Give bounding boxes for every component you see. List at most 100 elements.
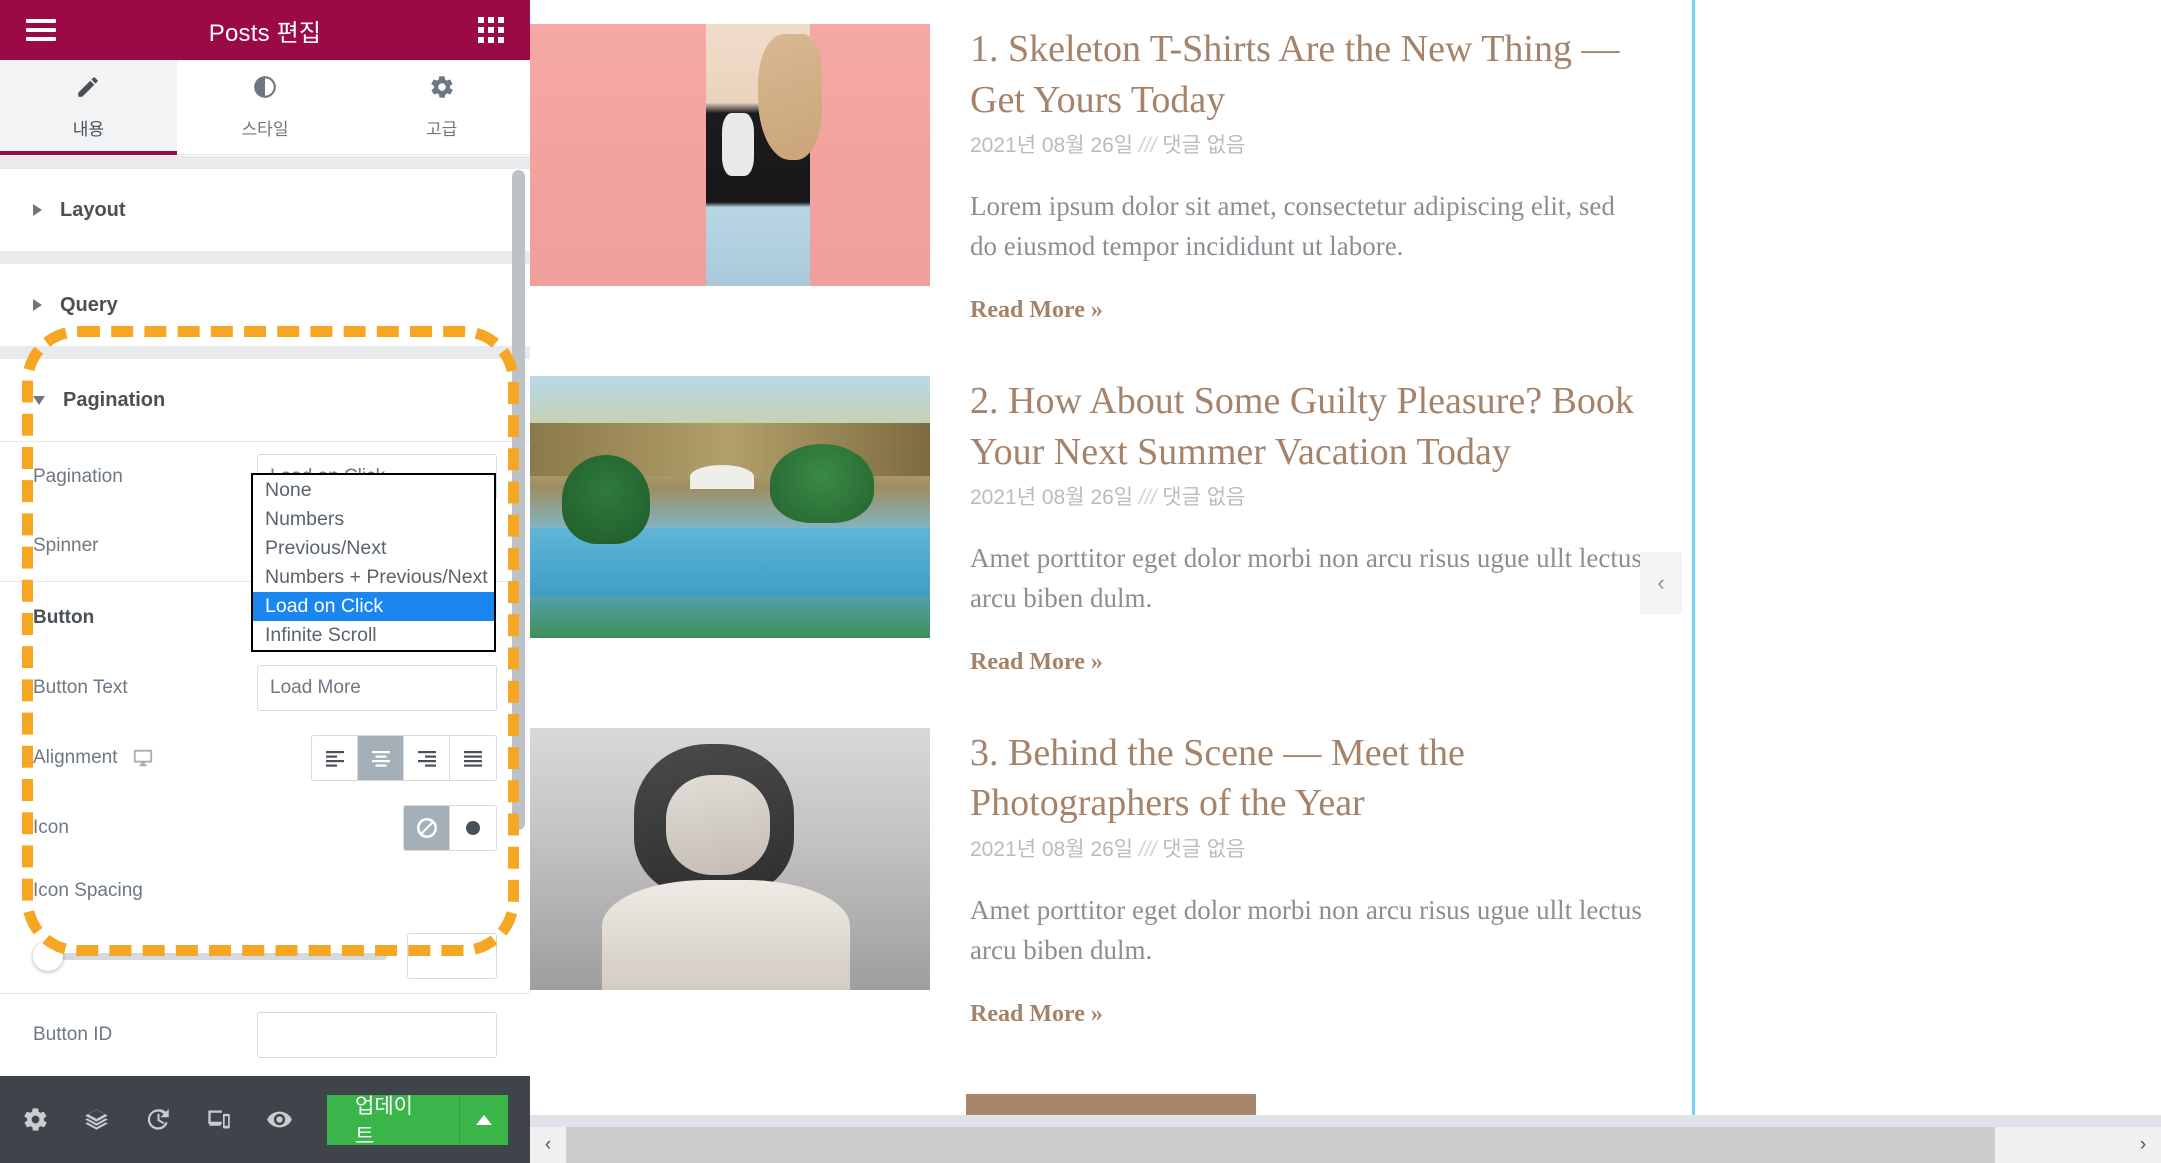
post-date: 2021년 08월 26일 (970, 134, 1134, 158)
tab-style-label: 스타일 (241, 120, 289, 139)
option-load-on-click[interactable]: Load on Click (253, 591, 494, 621)
button-text-input-wrap[interactable] (257, 665, 497, 711)
button-id-input-wrap[interactable] (257, 1011, 497, 1058)
horizontal-scrollbar[interactable]: ‹ › (530, 1127, 2161, 1163)
read-more-link[interactable]: Read More » (970, 649, 1103, 676)
horizontal-scrollbar-thumb[interactable] (566, 1127, 1995, 1163)
icon-spacing-slider[interactable] (33, 941, 387, 971)
post-meta: 2021년 08월 26일 /// 댓글 없음 (970, 833, 1644, 863)
gear-icon[interactable] (22, 1106, 49, 1133)
tropical-resort-pool-palm-trees (530, 375, 930, 638)
slider-knob[interactable] (33, 941, 63, 971)
section-pagination-label: Pagination (63, 388, 166, 411)
post-date: 2021년 08월 26일 (970, 486, 1134, 510)
button-id-input[interactable] (258, 1012, 496, 1057)
black-white-portrait-woman (530, 727, 930, 990)
post-title[interactable]: 1. Skeleton T-Shirts Are the New Thing —… (970, 24, 1644, 125)
scroll-right-arrow[interactable]: › (2125, 1127, 2161, 1163)
post-content: 1. Skeleton T-Shirts Are the New Thing —… (970, 24, 1692, 324)
chevron-left-icon[interactable]: ‹ (1640, 552, 1682, 614)
control-button-id: Button ID (0, 993, 530, 1063)
update-options-button[interactable] (460, 1094, 508, 1145)
align-left-button[interactable] (312, 736, 358, 780)
align-justify-button[interactable] (450, 736, 496, 780)
post-thumbnail[interactable] (530, 24, 930, 286)
icon-spacing-input[interactable] (407, 933, 497, 979)
tab-advanced[interactable]: 고급 (353, 60, 530, 154)
post-date: 2021년 08월 26일 (970, 838, 1134, 861)
pencil-icon (75, 74, 101, 105)
align-center-button[interactable] (358, 736, 404, 780)
section-layout-label: Layout (60, 198, 126, 221)
update-button[interactable]: 업데이트 (327, 1094, 461, 1148)
control-button-id-label: Button ID (33, 1023, 113, 1045)
scroll-left-arrow[interactable]: ‹ (530, 1127, 566, 1163)
post-title[interactable]: 2. How About Some Guilty Pleasure? Book … (970, 376, 1644, 477)
option-numbers[interactable]: Numbers (253, 505, 494, 534)
alignment-button-group[interactable] (311, 735, 497, 781)
post-comments: 댓글 없음 (1162, 838, 1246, 861)
panel-footer-toolbar: 업데이트 (0, 1076, 530, 1163)
post-content: 3. Behind the Scene — Meet the Photograp… (970, 728, 1692, 1028)
align-justify-icon (464, 751, 482, 767)
read-more-link[interactable]: Read More » (970, 297, 1103, 324)
history-icon[interactable] (144, 1106, 171, 1133)
control-icon-spacing: Icon Spacing (0, 863, 530, 919)
section-layout[interactable]: Layout (0, 168, 530, 251)
align-right-icon (417, 751, 436, 767)
chevron-right-icon (33, 299, 42, 311)
pagination-select-dropdown[interactable]: None Numbers Previous/Next Numbers + Pre… (251, 473, 496, 653)
control-icon-label: Icon (33, 817, 69, 838)
option-previous-next[interactable]: Previous/Next (253, 534, 494, 563)
post-title[interactable]: 3. Behind the Scene — Meet the Photograp… (970, 728, 1644, 829)
meta-separator: /// (1138, 486, 1157, 510)
panel-vertical-scrollbar[interactable] (512, 170, 525, 830)
chevron-up-icon (476, 1114, 493, 1125)
post-thumbnail[interactable] (530, 375, 930, 638)
control-icon-spacing-label: Icon Spacing (33, 880, 143, 901)
icon-spacing-slider-row (0, 919, 530, 993)
align-left-icon (325, 751, 344, 767)
post-excerpt: Lorem ipsum dolor sit amet, consectetur … (970, 191, 1615, 262)
read-more-link[interactable]: Read More » (970, 1001, 1103, 1028)
hamburger-icon[interactable] (26, 19, 56, 41)
align-right-button[interactable] (404, 736, 450, 780)
post-excerpt: Amet porttitor eget dolor morbi non arcu… (970, 543, 1642, 613)
post-thumbnail[interactable] (530, 727, 930, 990)
icon-none-button[interactable] (404, 806, 450, 850)
chevron-right-icon (33, 204, 42, 216)
section-pagination[interactable]: Pagination (0, 358, 530, 441)
chevron-down-icon (33, 395, 45, 405)
tab-content[interactable]: 내용 (0, 60, 177, 155)
update-button-group: 업데이트 (327, 1094, 508, 1148)
desktop-device-icon[interactable] (132, 747, 154, 769)
control-pagination-label: Pagination (33, 465, 123, 487)
post-item: 1. Skeleton T-Shirts Are the New Thing —… (530, 24, 1692, 324)
responsive-icon[interactable] (205, 1106, 232, 1133)
preview-eye-icon[interactable] (266, 1106, 293, 1133)
post-comments: 댓글 없음 (1162, 486, 1246, 510)
section-query[interactable]: Query (0, 263, 530, 346)
scrollbar-gutter (530, 1115, 2161, 1127)
panel-header: Posts 편집 (0, 0, 530, 60)
button-text-input[interactable] (258, 666, 496, 710)
meta-separator: /// (1138, 134, 1157, 158)
control-button-text-label: Button Text (33, 677, 128, 698)
button-id-help-text: Please make sure the ID is unique and no… (0, 1063, 500, 1076)
option-infinite-scroll[interactable]: Infinite Scroll (253, 621, 494, 650)
circle-icon (466, 821, 480, 835)
icon-circle-button[interactable] (450, 806, 496, 850)
widgets-grid-icon[interactable] (478, 17, 504, 43)
tab-advanced-label: 고급 (426, 120, 458, 139)
control-alignment-label: Alignment (33, 747, 311, 769)
option-numbers-previous-next[interactable]: Numbers + Previous/Next (253, 563, 494, 592)
post-excerpt: Amet porttitor eget dolor morbi non arcu… (970, 895, 1642, 965)
section-divider (0, 251, 530, 263)
page-title: Posts 편집 (208, 19, 322, 47)
section-query-label: Query (60, 293, 118, 316)
option-none[interactable]: None (253, 476, 494, 505)
icon-button-group[interactable] (403, 805, 497, 851)
section-divider (0, 346, 530, 358)
layers-icon[interactable] (83, 1106, 110, 1133)
tab-style[interactable]: 스타일 (176, 60, 354, 154)
